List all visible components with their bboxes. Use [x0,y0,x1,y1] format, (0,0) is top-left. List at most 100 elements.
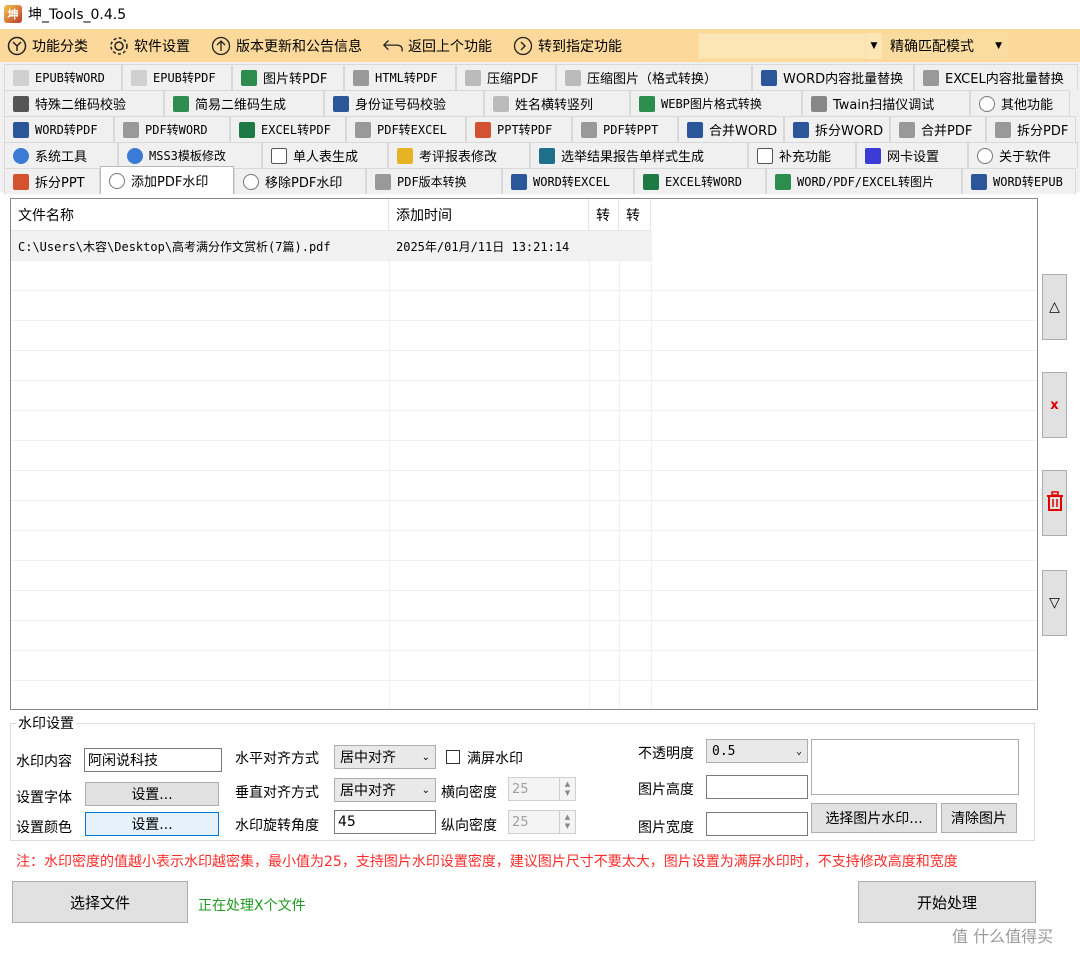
tab-compress-pdf[interactable]: 压缩PDF [456,64,556,90]
empty-row [11,351,1037,381]
move-down-button[interactable]: ▽ [1042,570,1067,636]
opacity-select[interactable]: 0.5 ⌄ [706,739,808,763]
clear-list-button[interactable] [1042,470,1067,536]
document-icon [13,69,29,86]
tab-image-to-pdf[interactable]: 图片转PDF [232,64,344,90]
watermark-icon [109,172,125,189]
clear-image-button[interactable]: 清除图片 [941,803,1017,833]
tab-pdf-to-word[interactable]: PDF转WORD [114,116,230,142]
tab-twain-debug[interactable]: Twain扫描仪调试 [802,90,970,116]
column-header-file-name[interactable]: 文件名称 [11,199,389,231]
horizontal-align-label: 水平对齐方式 [235,751,319,767]
tab-pdf-version-convert[interactable]: PDF版本转换 [366,168,502,194]
font-settings-button[interactable]: 设置... [85,782,219,806]
tab-name-to-column[interactable]: 姓名横转竖列 [484,90,630,116]
tab-excel-to-pdf[interactable]: EXCEL转PDF [230,116,346,142]
tab-office-to-image[interactable]: WORD/PDF/EXCEL转图片 [766,168,962,194]
tab-pdf-to-excel[interactable]: PDF转EXCEL [346,116,466,142]
tab-single-person-form[interactable]: 单人表生成 [262,142,388,168]
tab-ppt-to-pdf[interactable]: PPT转PDF [466,116,572,142]
vertical-density-spinner[interactable]: 25 ▲ ▼ [508,810,576,834]
tab-excel-to-word[interactable]: EXCEL转WORD [634,168,766,194]
tab-remove-pdf-watermark[interactable]: 移除PDF水印 [234,168,366,194]
tab-supplement-functions[interactable]: 补充功能 [748,142,856,168]
column-header-add-time[interactable]: 添加时间 [389,199,589,231]
column-divider [651,231,652,709]
choose-image-watermark-button[interactable]: 选择图片水印... [811,803,937,833]
watermark-settings-title: 水印设置 [16,713,76,733]
column-header-convert-1[interactable]: 转 [589,199,619,231]
arrow-up-circle-icon [210,35,232,57]
file-list[interactable]: 文件名称 添加时间 转 转 C:\Users\木容\Desktop\高考满分作文… [10,198,1038,710]
tab-special-qr-check[interactable]: 特殊二维码校验 [4,90,164,116]
software-settings-button[interactable]: 软件设置 [108,29,190,62]
window-icon [923,69,939,86]
color-settings-button[interactable]: 设置... [85,812,219,836]
tab-split-pdf[interactable]: 拆分PDF [986,116,1076,142]
category-button[interactable]: 功能分类 [6,29,88,62]
horizontal-density-spinner[interactable]: 25 ▲ ▼ [508,777,576,801]
empty-row [11,291,1037,321]
tab-excel-batch-replace[interactable]: EXCEL内容批量替换 [914,64,1078,90]
empty-row [11,591,1037,621]
id-card-icon [333,95,349,112]
category-label: 功能分类 [32,38,88,55]
function-search-input[interactable] [698,32,866,59]
start-processing-button[interactable]: 开始处理 [858,881,1036,923]
delete-item-button[interactable]: x [1042,372,1067,438]
tab-compress-image[interactable]: 压缩图片（格式转换） [556,64,752,90]
tab-simple-qr-generate[interactable]: 简易二维码生成 [164,90,324,116]
tab-nic-settings[interactable]: 网卡设置 [856,142,968,168]
tab-word-to-epub[interactable]: WORD转EPUB [962,168,1076,194]
rotation-input[interactable]: 45 [334,810,436,834]
window-icon [581,121,597,138]
more-icon [979,95,995,112]
tab-merge-pdf[interactable]: 合并PDF [890,116,986,142]
image-height-input[interactable] [706,775,808,799]
category-icon [6,35,28,57]
vertical-align-value: 居中对齐 [340,783,396,799]
watermark-content-input[interactable]: 阿闲说科技 [84,748,222,772]
tab-add-pdf-watermark[interactable]: 添加PDF水印 [100,166,234,194]
image-width-input[interactable] [706,812,808,836]
image-height-label: 图片高度 [638,782,694,798]
goto-function-button[interactable]: 转到指定功能 [512,29,622,62]
vertical-density-label: 纵向密度 [441,818,497,834]
tab-election-report-style[interactable]: 选举结果报告单样式生成 [530,142,748,168]
vertical-align-label: 垂直对齐方式 [235,785,319,801]
tab-mss3-template[interactable]: MSS3模板修改 [118,142,262,168]
search-dropdown-arrow[interactable]: ▼ [866,32,882,59]
window-title: 坤_Tools_0.4.5 [28,7,127,23]
tab-webp-convert[interactable]: WEBP图片格式转换 [630,90,802,116]
tab-pdf-to-ppt[interactable]: PDF转PPT [572,116,678,142]
tab-evaluation-report[interactable]: 考评报表修改 [388,142,530,168]
window-icon [899,121,915,138]
tab-about-software[interactable]: 关于软件 [968,142,1078,168]
tab-id-number-check[interactable]: 身份证号码校验 [324,90,484,116]
tab-split-ppt[interactable]: 拆分PPT [4,168,100,194]
table-row[interactable]: C:\Users\木容\Desktop\高考满分作文赏析(7篇).pdf 202… [11,231,651,261]
tab-epub-to-pdf[interactable]: EPUB转PDF [122,64,232,90]
tab-word-to-excel[interactable]: WORD转EXCEL [502,168,634,194]
back-button[interactable]: 返回上个功能 [382,29,492,62]
window-icon [995,121,1011,138]
tab-html-to-pdf[interactable]: HTML转PDF [344,64,456,90]
update-notice-button[interactable]: 版本更新和公告信息 [210,29,362,62]
tab-system-tools[interactable]: 系统工具 [4,142,118,168]
tab-word-batch-replace[interactable]: WORD内容批量替换 [752,64,914,90]
horizontal-align-select[interactable]: 居中对齐 ⌄ [334,745,436,769]
tab-other-functions[interactable]: 其他功能 [970,90,1070,116]
tab-epub-to-word[interactable]: EPUB转WORD [4,64,122,90]
choose-file-button[interactable]: 选择文件 [12,881,188,923]
fullscreen-watermark-checkbox[interactable] [446,750,460,764]
opacity-label: 不透明度 [638,746,694,762]
column-header-convert-2[interactable]: 转 [619,199,651,231]
tab-word-to-pdf[interactable]: WORD转PDF [4,116,114,142]
tab-split-word[interactable]: 拆分WORD [784,116,890,142]
vertical-align-select[interactable]: 居中对齐 ⌄ [334,778,436,802]
window-icon [355,121,371,138]
chevron-down-icon: ⌄ [421,751,430,763]
match-mode-select[interactable]: 精确匹配模式 ▼ [884,32,1008,59]
move-up-button[interactable]: △ [1042,274,1067,340]
tab-merge-word[interactable]: 合并WORD [678,116,784,142]
